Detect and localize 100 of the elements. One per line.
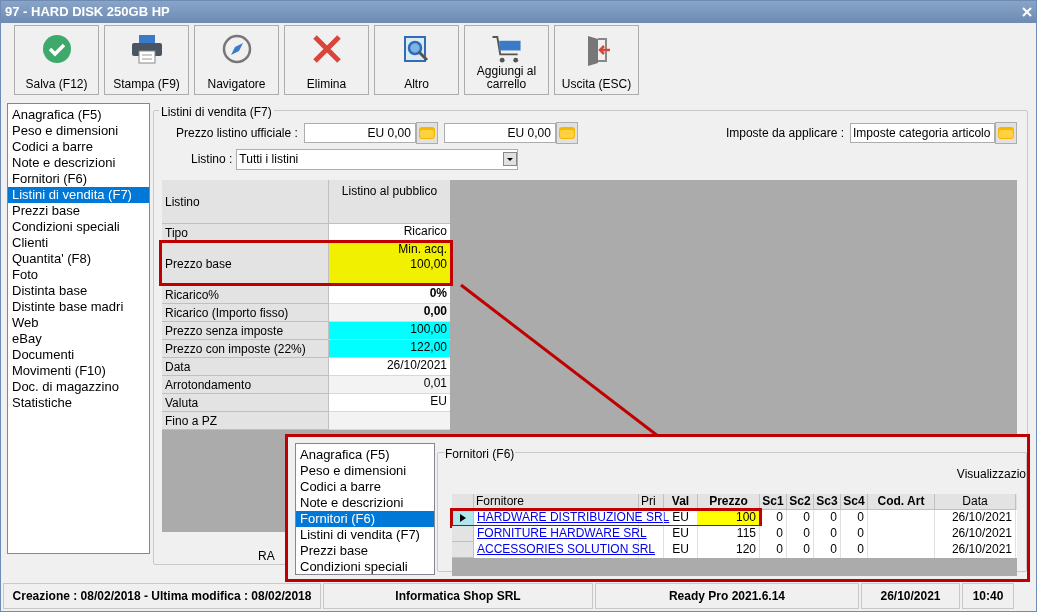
table-cell: 0 bbox=[857, 542, 864, 556]
column-header: Val bbox=[664, 494, 698, 510]
price-field[interactable]: EU 0,00 bbox=[443, 123, 556, 143]
folder-button[interactable] bbox=[995, 122, 1017, 144]
navigation-item[interactable]: Distinta base bbox=[8, 283, 149, 299]
table-cell: 0 bbox=[857, 510, 864, 524]
toolbar-button[interactable]: Stampa (F9) bbox=[104, 25, 189, 95]
table-cell: 120 bbox=[735, 542, 756, 556]
toolbar-button[interactable]: Uscita (ESC) bbox=[554, 25, 639, 95]
folder-icon bbox=[418, 127, 435, 139]
row-header: Data bbox=[162, 358, 329, 376]
navigation-item[interactable]: Movimenti (F10) bbox=[8, 363, 149, 379]
navigation-item[interactable]: Codici a barre bbox=[8, 139, 149, 155]
row-pointer-icon bbox=[459, 513, 466, 522]
navigation-item[interactable]: Condizioni speciali bbox=[296, 559, 434, 575]
table-cell: 0 bbox=[857, 526, 864, 540]
navigation-item[interactable]: Prezzi base bbox=[296, 543, 434, 559]
navigation-item[interactable]: Note e descrizioni bbox=[296, 495, 434, 511]
navigation-item[interactable]: Peso e dimensioni bbox=[8, 123, 149, 139]
field-label: Imposte da applicare : bbox=[725, 125, 844, 142]
navigation-item[interactable]: Statistiche bbox=[8, 395, 149, 411]
grid-cell: 0% bbox=[329, 286, 450, 304]
toolbar-button[interactable]: Salva (F12) bbox=[14, 25, 99, 95]
grid-cell: 100,00 bbox=[329, 322, 450, 340]
folder-button[interactable] bbox=[415, 122, 438, 144]
toolbar-button[interactable]: Altro bbox=[374, 25, 459, 95]
navigation-item[interactable]: Note e descrizioni bbox=[8, 155, 149, 171]
listino-dropdown[interactable]: Tutti i listini bbox=[236, 148, 519, 170]
taxes-field[interactable]: Imposte categoria articolo bbox=[850, 123, 995, 143]
table-cell: 26/10/2021 bbox=[951, 510, 1012, 524]
navigation-item[interactable]: Foto bbox=[8, 267, 149, 283]
navigation-item[interactable]: Prezzi base bbox=[8, 203, 149, 219]
row-header: Valuta bbox=[162, 394, 329, 412]
view-label: Visualizzazio bbox=[956, 466, 1026, 483]
navigation-item[interactable]: Fornitori (F6) bbox=[8, 171, 149, 187]
navigation-item[interactable]: Codici a barre bbox=[296, 479, 434, 495]
table-cell: 26/10/2021 bbox=[951, 542, 1012, 556]
row-header: Ricarico (Importo fisso) bbox=[162, 304, 329, 322]
column-header: Listino al pubblico bbox=[329, 180, 450, 224]
table-cell: 115 bbox=[736, 526, 756, 540]
checkmark-icon bbox=[41, 34, 72, 64]
status-field: 10:40 bbox=[962, 583, 1014, 609]
table-cell: EU bbox=[672, 526, 689, 540]
price-field[interactable]: EU 0,00 bbox=[303, 123, 416, 143]
grid-cell: EU bbox=[329, 394, 450, 412]
table-cell: 0 bbox=[776, 510, 783, 524]
row-header: Prezzo con imposte (22%) bbox=[162, 340, 329, 358]
table-cell: 0 bbox=[803, 510, 810, 524]
navigation-item[interactable]: Peso e dimensioni bbox=[296, 463, 434, 479]
table-cell: EU bbox=[672, 510, 689, 524]
table-cell: 0 bbox=[776, 526, 783, 540]
navigation-item[interactable]: Distinte base madri bbox=[8, 299, 149, 315]
row-header: Prezzo senza imposte bbox=[162, 322, 329, 340]
column-header: Prezzo bbox=[698, 494, 760, 510]
grid-cell: 26/10/2021 bbox=[329, 358, 450, 376]
grid-cell: 0,01 bbox=[329, 376, 450, 394]
table-cell: 0 bbox=[803, 542, 810, 556]
folder-button[interactable] bbox=[555, 122, 578, 144]
toolbar-button[interactable]: Elimina bbox=[284, 25, 369, 95]
folder-icon bbox=[998, 127, 1014, 139]
column-header: Fornitore bbox=[474, 494, 639, 510]
row-header: Listino bbox=[162, 180, 329, 224]
navigation-item[interactable]: Doc. di magazzino bbox=[8, 379, 149, 395]
navigation-item[interactable]: eBay bbox=[8, 331, 149, 347]
table-cell: 100 bbox=[735, 510, 756, 524]
status-field: 26/10/2021 bbox=[861, 583, 960, 609]
field-label: Prezzo listino ufficiale : bbox=[176, 125, 298, 142]
toolbar-button[interactable]: Aggiungi al carrello bbox=[464, 25, 549, 95]
supplier-link[interactable]: ACCESSORIES SOLUTION SRL bbox=[477, 542, 656, 556]
printer-icon bbox=[129, 34, 164, 64]
grid-cell: Min. acq. 100,00 bbox=[329, 242, 450, 286]
cart-icon bbox=[489, 34, 524, 65]
row-header: Fino a PZ bbox=[162, 412, 329, 430]
row-header: Prezzo base bbox=[162, 242, 329, 286]
navigation-item[interactable]: Web bbox=[8, 315, 149, 331]
navigation-item[interactable]: Listini di vendita (F7) bbox=[8, 187, 149, 203]
grid-cell: 122,00 bbox=[329, 340, 450, 358]
navigation-item[interactable]: Anagrafica (F5) bbox=[8, 107, 149, 123]
navigation-item[interactable]: Clienti bbox=[8, 235, 149, 251]
folder-icon bbox=[558, 127, 575, 139]
field-label: Listino : bbox=[191, 151, 233, 168]
navigation-item[interactable]: Listini di vendita (F7) bbox=[296, 527, 434, 543]
grid-cell: 0,00 bbox=[329, 304, 450, 322]
toolbar-button[interactable]: Navigatore bbox=[194, 25, 279, 95]
navigation-item[interactable]: Condizioni speciali bbox=[8, 219, 149, 235]
supplier-link[interactable]: FORNITURE HARDWARE SRL bbox=[477, 526, 647, 540]
navigation-item[interactable]: Fornitori (F6) bbox=[296, 511, 434, 527]
navigation-item[interactable]: Documenti bbox=[8, 347, 149, 363]
compass-icon bbox=[221, 34, 252, 64]
window-title: 97 - HARD DISK 250GB HP bbox=[5, 3, 170, 22]
row-header: Arrotondamento bbox=[162, 376, 329, 394]
navigation-item[interactable]: Quantita' (F8) bbox=[8, 251, 149, 267]
close-icon[interactable] bbox=[1022, 7, 1032, 17]
table-cell: 26/10/2021 bbox=[951, 526, 1012, 540]
table-cell: 0 bbox=[830, 542, 837, 556]
navigation-item[interactable]: Anagrafica (F5) bbox=[296, 447, 434, 463]
partial-label: RA bbox=[258, 548, 275, 565]
table-cell: 0 bbox=[830, 510, 837, 524]
table-cell: 0 bbox=[803, 526, 810, 540]
close-icon bbox=[311, 34, 342, 64]
